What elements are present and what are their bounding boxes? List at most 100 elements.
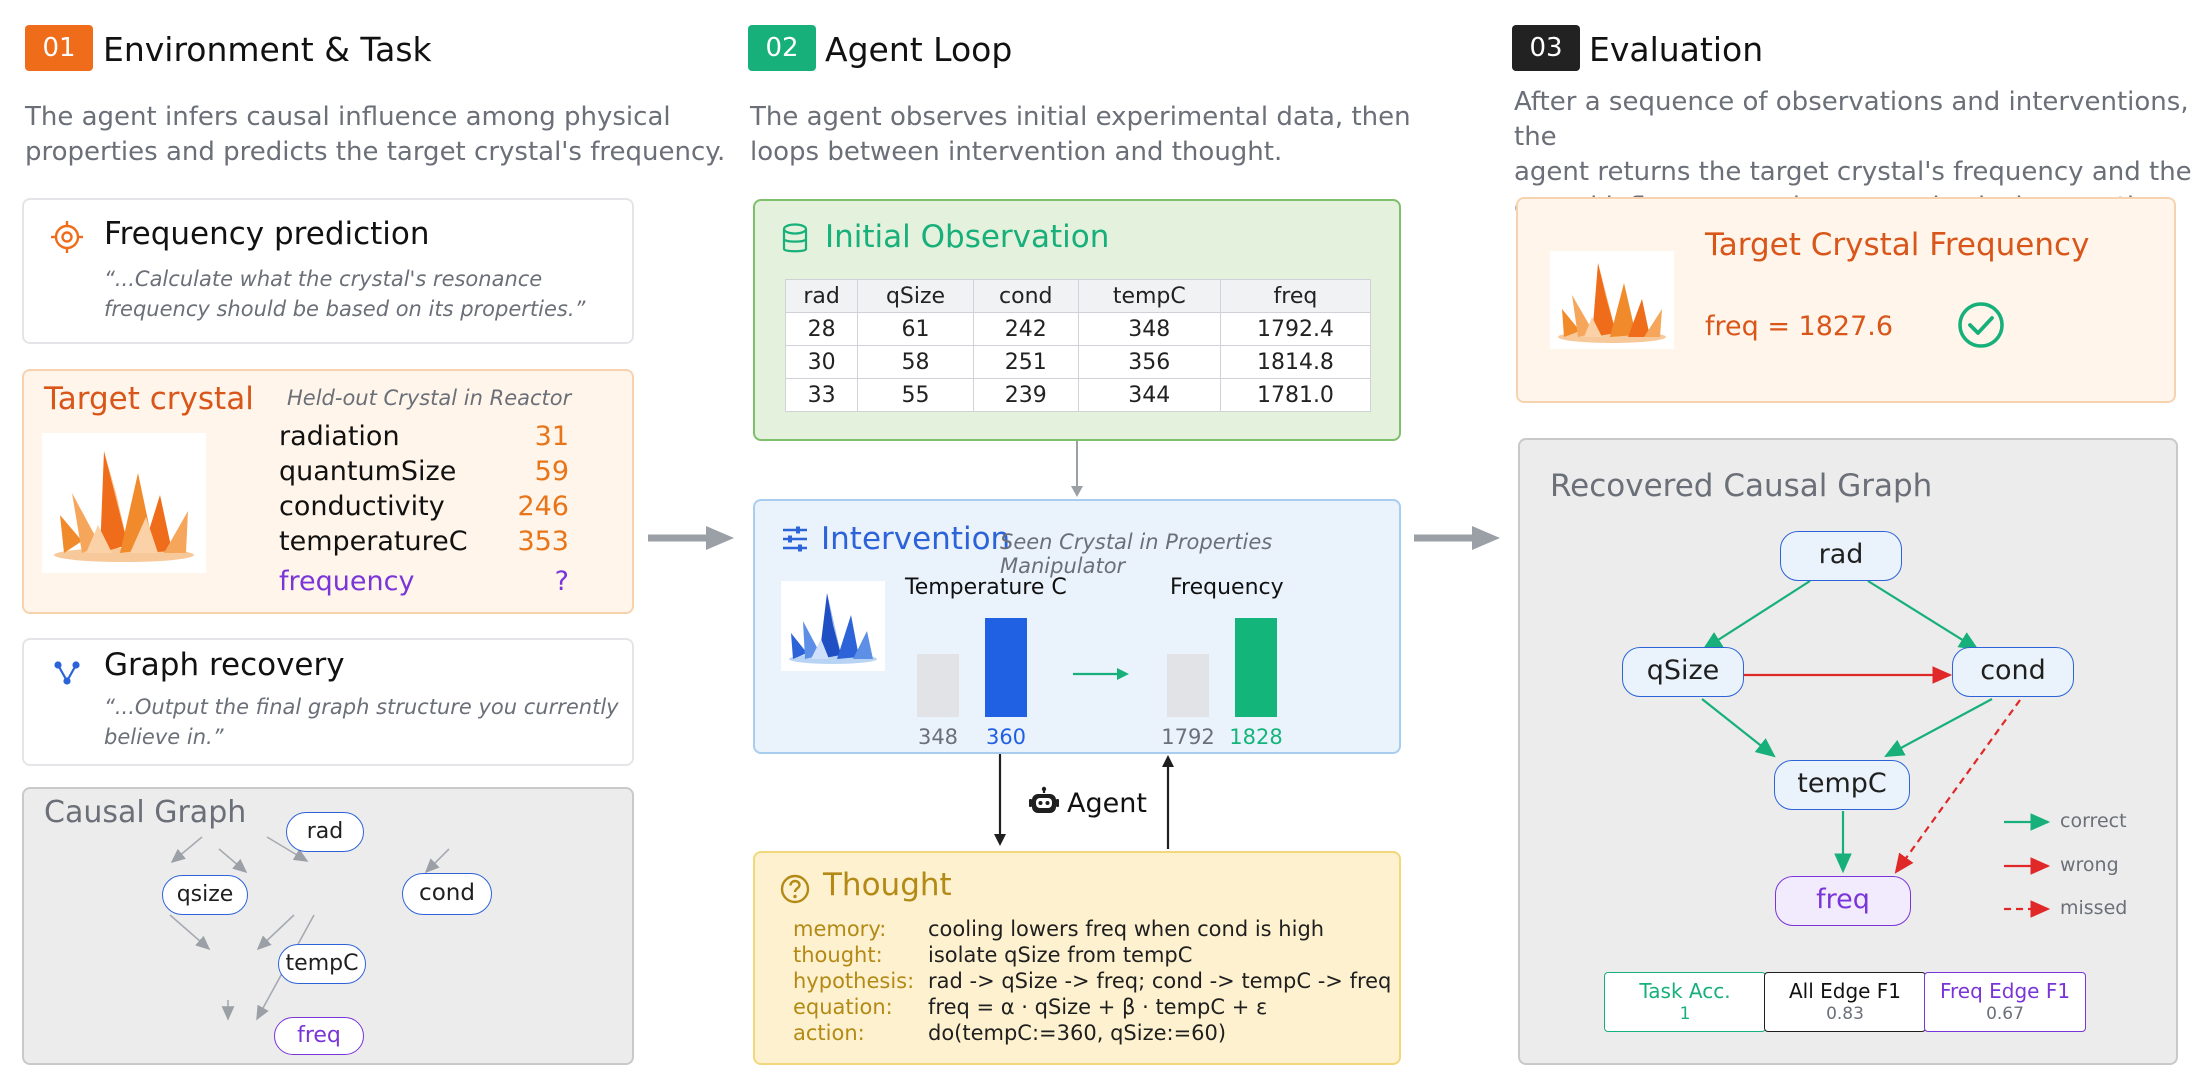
thought-value: freq = α · qSize + β · tempC + ε bbox=[928, 995, 1268, 1019]
table-cell: 28 bbox=[784, 312, 859, 346]
column-header: cond bbox=[972, 279, 1079, 313]
graph-node-tempc: tempC bbox=[278, 944, 366, 984]
temp-before-value: 348 bbox=[917, 725, 959, 749]
frequency-name: frequency bbox=[279, 566, 415, 597]
graph-node-cond: cond bbox=[402, 873, 492, 915]
table-cell: 1792.4 bbox=[1219, 312, 1372, 346]
metric-value: 0.67 bbox=[1986, 1004, 2024, 1024]
thought-value: do(tempC:=360, qSize:=60) bbox=[928, 1021, 1227, 1045]
property-name: radiation bbox=[279, 421, 400, 452]
thought-title: Thought bbox=[823, 867, 952, 903]
edge-qsize-tempc bbox=[169, 914, 211, 951]
recovered-node-rad: rad bbox=[1780, 531, 1902, 581]
legend-wrong-label: wrong bbox=[2060, 854, 2119, 876]
table-cell: 348 bbox=[1077, 312, 1221, 346]
property-name: conductivity bbox=[279, 491, 445, 522]
target-crystal-subtitle: Held-out Crystal in Reactor bbox=[287, 386, 572, 410]
env-task-title: Environment & Task bbox=[103, 30, 432, 69]
column-header: freq bbox=[1219, 279, 1372, 313]
thought-value: cooling lowers freq when cond is high bbox=[928, 917, 1325, 941]
recovered-node-freq: freq bbox=[1775, 876, 1911, 926]
table-cell: 239 bbox=[972, 378, 1079, 412]
graph-recovery-quote: “...Output the final graph structure you… bbox=[104, 695, 619, 749]
freq-before-bar bbox=[1167, 654, 1209, 717]
agent-loop-description: The agent observes initial experimental … bbox=[750, 102, 1411, 167]
metrics-row: Task Acc. 1 All Edge F1 0.83 Freq Edge F… bbox=[1604, 972, 2086, 1032]
observation-table: rad qSize cond tempC freq 28 61 242 348 … bbox=[784, 279, 1372, 412]
target-crystal-properties: radiation 31 quantumSize 59 conductivity 24… bbox=[279, 421, 589, 601]
property-name: quantumSize bbox=[279, 456, 457, 487]
freq-before-value: 1792 bbox=[1161, 725, 1215, 749]
edge-qsize-tempc bbox=[1701, 698, 1776, 758]
temp-before-bar bbox=[917, 654, 959, 717]
graph-node-qsize: qsize bbox=[162, 875, 248, 915]
target-frequency-title: Target Crystal Frequency bbox=[1705, 227, 2090, 263]
frequency-prediction-card: Frequency prediction “...Calculate what … bbox=[22, 198, 634, 344]
table-cell: 33 bbox=[784, 378, 859, 412]
table-cell: 242 bbox=[972, 312, 1079, 346]
table-cell: 61 bbox=[857, 312, 974, 346]
agent-loop-title: Agent Loop bbox=[825, 30, 1013, 69]
edge-rad-qsize bbox=[170, 836, 203, 864]
table-cell: 58 bbox=[857, 345, 974, 379]
flow-arrow-1 bbox=[648, 526, 734, 550]
graph-icon bbox=[54, 661, 80, 685]
table-row: 28 61 242 348 1792.4 bbox=[784, 312, 1372, 346]
check-circle-icon bbox=[1958, 302, 2004, 348]
recovered-node-qsize: qSize bbox=[1622, 647, 1744, 697]
robot-icon bbox=[1029, 786, 1059, 813]
metric-value: 1 bbox=[1679, 1004, 1691, 1024]
property-value: 353 bbox=[517, 526, 569, 557]
property-value: 246 bbox=[517, 491, 569, 522]
evaluation-title: Evaluation bbox=[1589, 30, 1764, 69]
metric-freq-edge-f1: Freq Edge F1 0.67 bbox=[1924, 972, 2086, 1032]
recovered-node-cond: cond bbox=[1952, 647, 2074, 697]
target-crystal-card: Target crystal Held-out Crystal in React… bbox=[22, 369, 634, 614]
intervention-bars bbox=[917, 618, 1277, 717]
step-badge-02: 02 bbox=[748, 25, 816, 71]
initial-observation-card: Initial Observation rad qSize cond tempC… bbox=[753, 199, 1401, 441]
property-value: 59 bbox=[534, 456, 569, 487]
thought-key: thought: bbox=[793, 943, 883, 967]
thought-key: action: bbox=[793, 1021, 865, 1045]
thought-card: Thought memory: cooling lowers freq when … bbox=[753, 851, 1401, 1065]
step-badge-03: 03 bbox=[1512, 25, 1580, 71]
step-badge-01: 01 bbox=[25, 25, 93, 71]
graph-node-freq: freq bbox=[274, 1017, 364, 1055]
table-row: 30 58 251 356 1814.8 bbox=[784, 345, 1372, 379]
column-header: rad bbox=[784, 279, 859, 313]
frequency-value: ? bbox=[554, 566, 569, 597]
table-header-row: rad qSize cond tempC freq bbox=[784, 279, 1372, 313]
thought-key: hypothesis: bbox=[793, 969, 915, 993]
table-row: 33 55 239 344 1781.0 bbox=[784, 378, 1372, 412]
property-value: 31 bbox=[534, 421, 569, 452]
crystal-icon bbox=[42, 433, 206, 573]
frequency-prediction-quote: “...Calculate what the crystal's resonan… bbox=[104, 267, 586, 321]
thought-key: equation: bbox=[793, 995, 893, 1019]
metric-label: All Edge F1 bbox=[1788, 979, 1902, 1003]
thought-value: rad -> qSize -> freq; cond -> tempC -> f… bbox=[928, 969, 1392, 993]
table-cell: 1781.0 bbox=[1219, 378, 1372, 412]
edge-rad-qsize bbox=[1702, 580, 1811, 651]
freq-after-value: 1828 bbox=[1229, 725, 1283, 749]
metric-task-acc: Task Acc. 1 bbox=[1604, 972, 1766, 1032]
recovered-node-tempc: tempC bbox=[1774, 760, 1910, 810]
graph-recovery-card: Graph recovery “...Output the final grap… bbox=[22, 638, 634, 766]
table-cell: 344 bbox=[1077, 378, 1221, 412]
agent-label: Agent bbox=[1067, 788, 1147, 819]
target-frequency-value: freq = 1827.6 bbox=[1705, 311, 1894, 342]
edge-cond-tempc bbox=[1884, 698, 1993, 758]
temp-after-value: 360 bbox=[985, 725, 1027, 749]
target-crystal-title: Target crystal bbox=[44, 381, 254, 417]
frequency-prediction-title: Frequency prediction bbox=[104, 216, 430, 252]
arrow-right-icon bbox=[1117, 668, 1129, 680]
metric-value: 0.83 bbox=[1826, 1004, 1864, 1024]
metric-label: Task Acc. bbox=[1639, 979, 1731, 1003]
table-cell: 251 bbox=[972, 345, 1079, 379]
table-cell: 55 bbox=[857, 378, 974, 412]
property-name: temperatureC bbox=[279, 526, 468, 557]
table-cell: 1814.8 bbox=[1219, 345, 1372, 379]
metric-label: Freq Edge F1 bbox=[1939, 979, 2071, 1003]
thought-content: memory: cooling lowers freq when cond is … bbox=[793, 917, 1393, 1057]
target-icon bbox=[51, 221, 83, 253]
